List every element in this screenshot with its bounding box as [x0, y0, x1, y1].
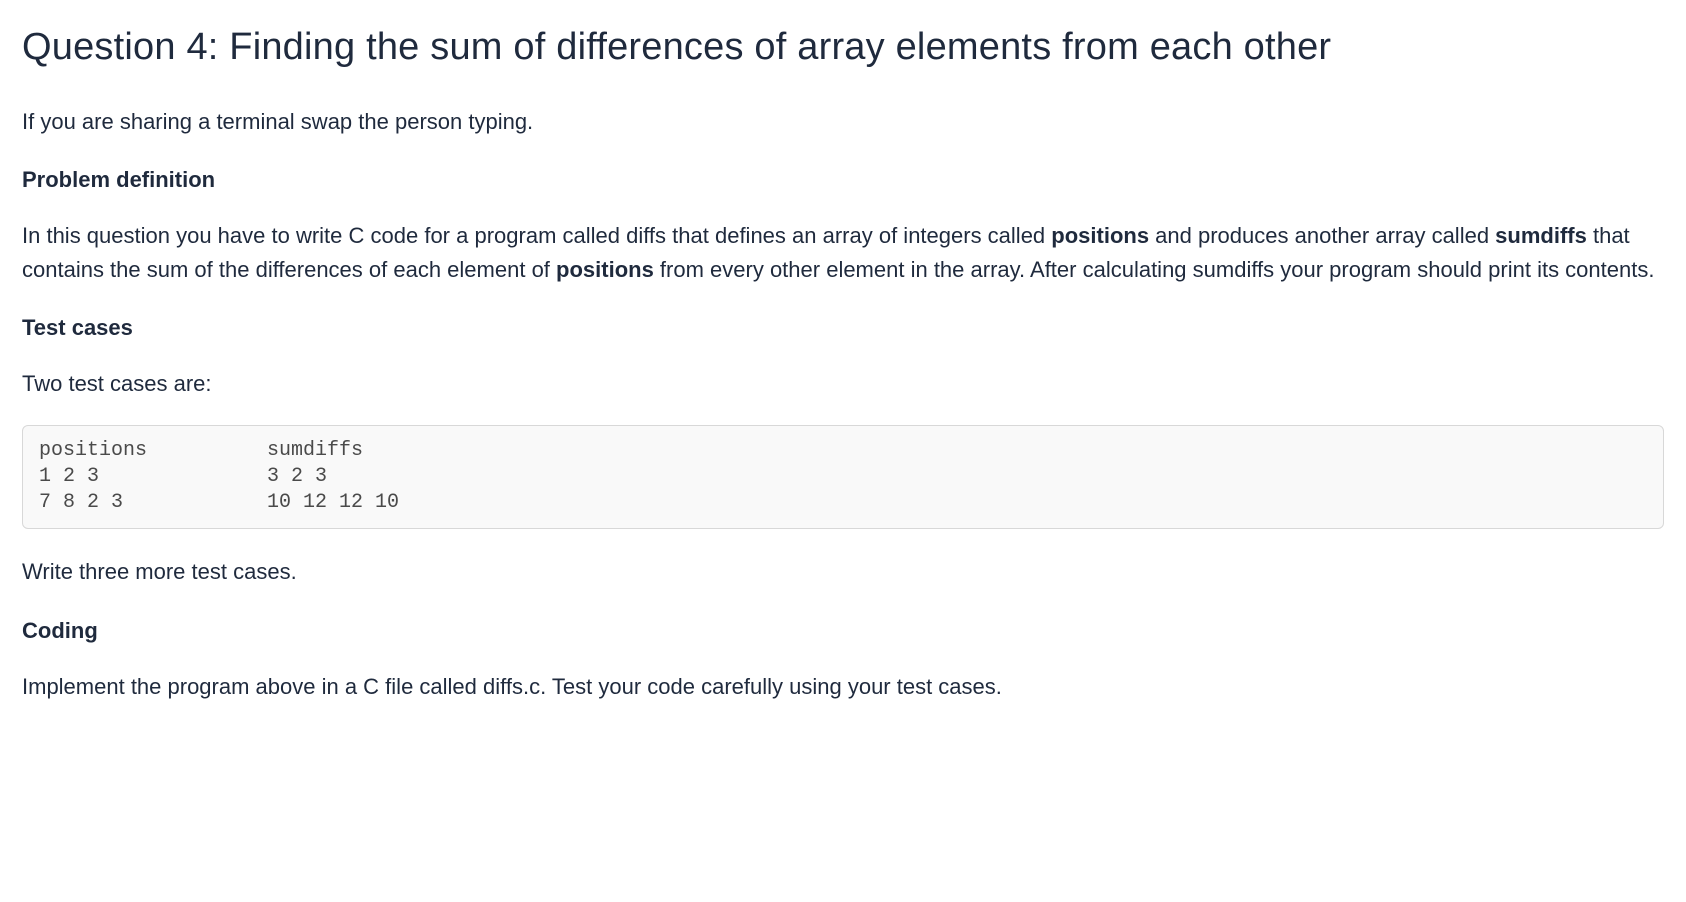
coding-heading: Coding [22, 614, 1664, 648]
keyword-sumdiffs: sumdiffs [1495, 223, 1587, 248]
problem-definition-body: In this question you have to write C cod… [22, 219, 1664, 287]
test-cases-code-block: positions sumdiffs 1 2 3 3 2 3 7 8 2 3 1… [22, 425, 1664, 529]
test-cases-intro: Two test cases are: [22, 367, 1664, 401]
test-cases-heading: Test cases [22, 311, 1664, 345]
problem-definition-heading: Problem definition [22, 163, 1664, 197]
text-fragment: from every other element in the array. A… [654, 257, 1655, 282]
intro-text: If you are sharing a terminal swap the p… [22, 105, 1664, 139]
text-fragment: In this question you have to write C cod… [22, 223, 1051, 248]
text-fragment: and produces another array called [1149, 223, 1495, 248]
keyword-positions: positions [1051, 223, 1149, 248]
coding-body: Implement the program above in a C file … [22, 670, 1664, 704]
page-title: Question 4: Finding the sum of differenc… [22, 18, 1664, 77]
keyword-positions: positions [556, 257, 654, 282]
test-cases-instruction: Write three more test cases. [22, 555, 1664, 589]
